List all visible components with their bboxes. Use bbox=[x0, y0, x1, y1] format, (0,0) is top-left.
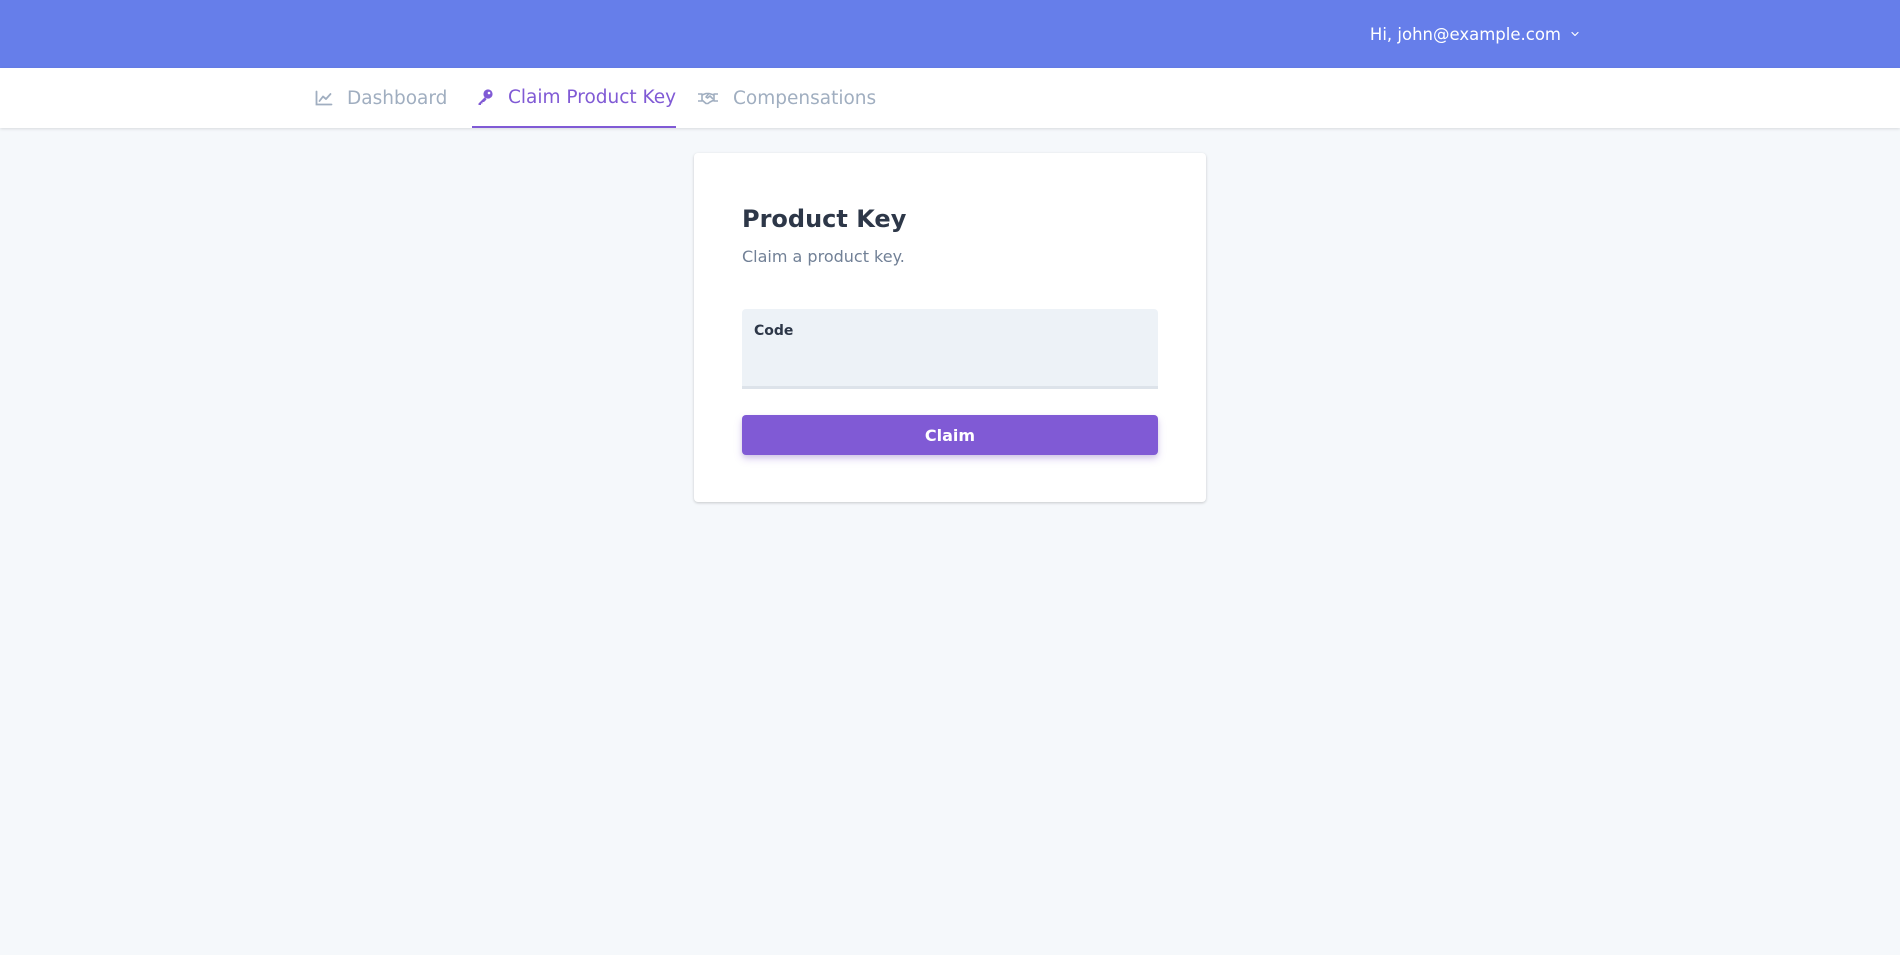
nav-item-claim-product-key[interactable]: Claim Product Key bbox=[472, 68, 677, 128]
nav-item-compensations[interactable]: Compensations bbox=[697, 68, 876, 128]
nav-item-label: Claim Product Key bbox=[508, 86, 677, 108]
code-input[interactable] bbox=[754, 349, 1144, 377]
code-field[interactable]: Code bbox=[742, 309, 1158, 389]
nav-item-label: Compensations bbox=[733, 87, 877, 109]
user-greeting: Hi, john@example.com bbox=[1369, 24, 1561, 44]
chart-line-icon bbox=[315, 89, 333, 107]
user-menu[interactable]: Hi, john@example.com bbox=[1370, 0, 1580, 68]
card-subtitle: Claim a product key. bbox=[742, 247, 905, 266]
nav-item-label: Dashboard bbox=[347, 87, 448, 109]
main-nav: Dashboard Claim Product Key Compensation… bbox=[0, 68, 1900, 128]
claim-button[interactable]: Claim bbox=[742, 415, 1158, 455]
handshake-icon bbox=[697, 89, 719, 107]
card-title: Product Key bbox=[742, 205, 907, 233]
chevron-down-icon bbox=[1571, 31, 1579, 37]
product-key-card: Product Key Claim a product key. Code Cl… bbox=[694, 153, 1206, 502]
top-header-bar: Hi, john@example.com bbox=[0, 0, 1900, 68]
key-icon bbox=[476, 88, 494, 106]
nav-item-dashboard[interactable]: Dashboard bbox=[315, 68, 447, 128]
code-field-label: Code bbox=[754, 323, 794, 339]
